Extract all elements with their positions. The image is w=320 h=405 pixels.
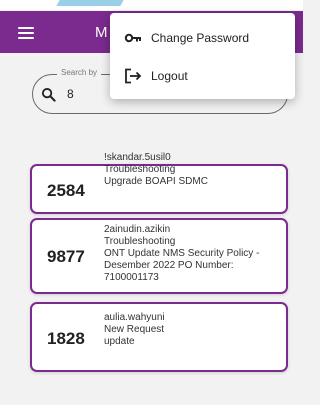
ticket-details: !skandar.5usil0 Troubleshooting Upgrade … xyxy=(104,152,208,188)
ticket-number: 2584 xyxy=(47,181,85,200)
logout-icon xyxy=(125,68,142,84)
ticket-user: !skandar.5usil0 xyxy=(104,152,171,163)
ticket-details: aulia.wahyuni New Request update xyxy=(104,312,165,348)
menu-item-logout[interactable]: Logout xyxy=(110,57,295,95)
menu-item-label: Logout xyxy=(151,69,188,83)
ticket-user: 2ainudin.azikin xyxy=(104,224,171,235)
status-strip xyxy=(0,0,303,10)
ticket-description: update xyxy=(104,336,135,347)
decorative-stripe xyxy=(56,0,124,6)
ticket-number: 1828 xyxy=(47,329,85,348)
ticket-details: 2ainudin.azikin Troubleshooting ONT Upda… xyxy=(104,224,284,284)
menu-hamburger-icon[interactable] xyxy=(18,27,34,39)
search-label: Search by xyxy=(57,68,102,77)
ticket-category: New Request xyxy=(104,324,165,335)
ticket-category: Troubleshooting xyxy=(104,164,176,175)
ticket-description: ONT Update NMS Security Policy - Desembe… xyxy=(104,248,260,283)
menu-item-label: Change Password xyxy=(151,31,250,45)
menu-item-change-password[interactable]: Change Password xyxy=(110,19,295,57)
ticket-description: Upgrade BOAPI SDMC xyxy=(104,176,208,187)
ticket-user: aulia.wahyuni xyxy=(104,312,165,323)
account-menu: Change Password Logout xyxy=(110,13,295,99)
ticket-number: 9877 xyxy=(47,247,85,266)
app-title: M xyxy=(95,24,108,41)
key-icon xyxy=(124,33,141,43)
search-icon xyxy=(41,87,56,102)
ticket-category: Troubleshooting xyxy=(104,236,176,247)
